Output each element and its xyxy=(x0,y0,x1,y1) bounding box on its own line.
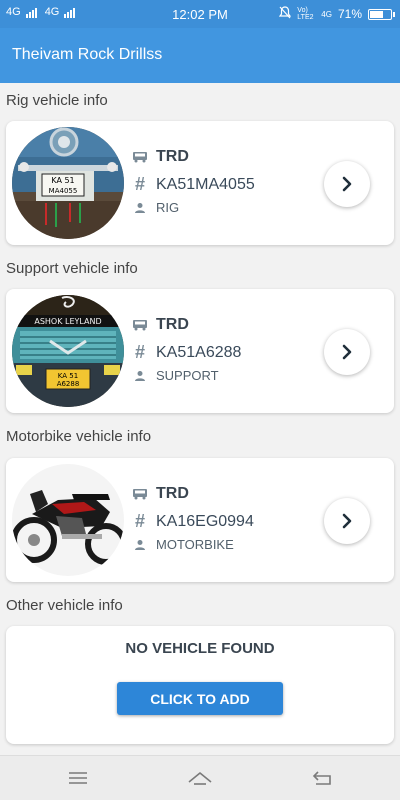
truck-front-photo: KA 51 MA4055 xyxy=(12,127,124,239)
truck-icon xyxy=(132,319,148,331)
owner-row: TRD xyxy=(132,485,189,503)
owner-value: TRD xyxy=(156,485,189,502)
hash-icon: # xyxy=(134,342,145,362)
section-label-other: Other vehicle info xyxy=(6,597,123,614)
plate-line-1: KA 51 xyxy=(51,176,74,185)
motorbike-photo xyxy=(12,464,124,576)
network-label-3: 4G xyxy=(321,9,332,19)
system-nav-bar xyxy=(0,755,400,800)
battery-icon xyxy=(368,8,395,20)
person-icon xyxy=(132,370,148,382)
type-row: RIG xyxy=(132,200,179,215)
empty-state-text: NO VEHICLE FOUND xyxy=(125,640,275,657)
volte-label: Vo) LTE2 xyxy=(297,7,314,21)
person-icon xyxy=(132,539,148,551)
app-bar: Theivam Rock Drillss xyxy=(0,28,400,83)
hash-icon: # xyxy=(134,174,145,194)
vehicle-card-rig[interactable]: KA 51 MA4055 TRD # KA51MA4055 RIG xyxy=(6,121,394,245)
menu-nav-button[interactable] xyxy=(65,766,91,790)
vehicle-card-motorbike[interactable]: TRD # KA16EG0994 MOTORBIKE xyxy=(6,458,394,582)
section-label-support: Support vehicle info xyxy=(6,260,138,277)
type-row: MOTORBIKE xyxy=(132,537,234,552)
brand-text: ASHOK LEYLAND xyxy=(34,317,101,326)
open-vehicle-button[interactable] xyxy=(324,329,370,375)
home-nav-button[interactable] xyxy=(187,766,213,790)
back-icon xyxy=(312,771,331,785)
chevron-right-icon xyxy=(342,176,352,192)
plate-line-1: KA 51 xyxy=(58,372,78,380)
vehicle-card-support[interactable]: ASHOK LEYLAND KA 51 A6288 TRD # KA51A628 xyxy=(6,289,394,413)
vehicle-number: KA51MA4055 xyxy=(156,175,255,193)
person-icon xyxy=(132,202,148,214)
vehicle-list[interactable]: Rig vehicle info KA 51 MA4055 TRD # KA51… xyxy=(0,83,400,755)
number-row: # KA51A6288 xyxy=(132,342,241,363)
status-right: Vo) LTE2 4G 71% xyxy=(279,6,395,22)
back-nav-button[interactable] xyxy=(309,766,335,790)
truck-icon xyxy=(132,488,148,500)
hash-icon: # xyxy=(134,511,145,531)
truck-icon xyxy=(132,151,148,163)
owner-value: TRD xyxy=(156,316,189,333)
chevron-right-icon xyxy=(342,513,352,529)
number-row: # KA16EG0994 xyxy=(132,511,254,532)
plate-line-2: A6288 xyxy=(57,380,80,388)
plate-line-2: MA4055 xyxy=(49,187,78,195)
open-vehicle-button[interactable] xyxy=(324,161,370,207)
battery-percent: 71% xyxy=(337,7,362,21)
number-row: # KA51MA4055 xyxy=(132,174,255,195)
home-icon xyxy=(188,772,212,785)
type-row: SUPPORT xyxy=(132,368,219,383)
section-label-rig: Rig vehicle info xyxy=(6,92,108,109)
section-label-motorbike: Motorbike vehicle info xyxy=(6,428,152,445)
open-vehicle-button[interactable] xyxy=(324,498,370,544)
owner-row: TRD xyxy=(132,316,189,334)
vehicle-type: RIG xyxy=(156,200,180,215)
ashok-leyland-truck-photo: ASHOK LEYLAND KA 51 A6288 xyxy=(12,295,124,407)
add-vehicle-button[interactable]: CLICK TO ADD xyxy=(117,682,283,715)
owner-row: TRD xyxy=(132,148,189,166)
vehicle-number: KA16EG0994 xyxy=(156,512,254,530)
vehicle-type: MOTORBIKE xyxy=(156,537,234,552)
status-bar: 4G 4G 12:02 PM Vo) LTE2 4G 71% xyxy=(0,0,400,28)
other-vehicle-card: NO VEHICLE FOUND CLICK TO ADD xyxy=(6,626,394,744)
page-title: Theivam Rock Drillss xyxy=(12,46,163,63)
vehicle-number: KA51A6288 xyxy=(156,343,242,361)
vehicle-type: SUPPORT xyxy=(156,368,219,383)
chevron-right-icon xyxy=(342,344,352,360)
owner-value: TRD xyxy=(156,148,189,165)
menu-icon xyxy=(69,772,87,784)
mute-icon xyxy=(279,6,292,22)
